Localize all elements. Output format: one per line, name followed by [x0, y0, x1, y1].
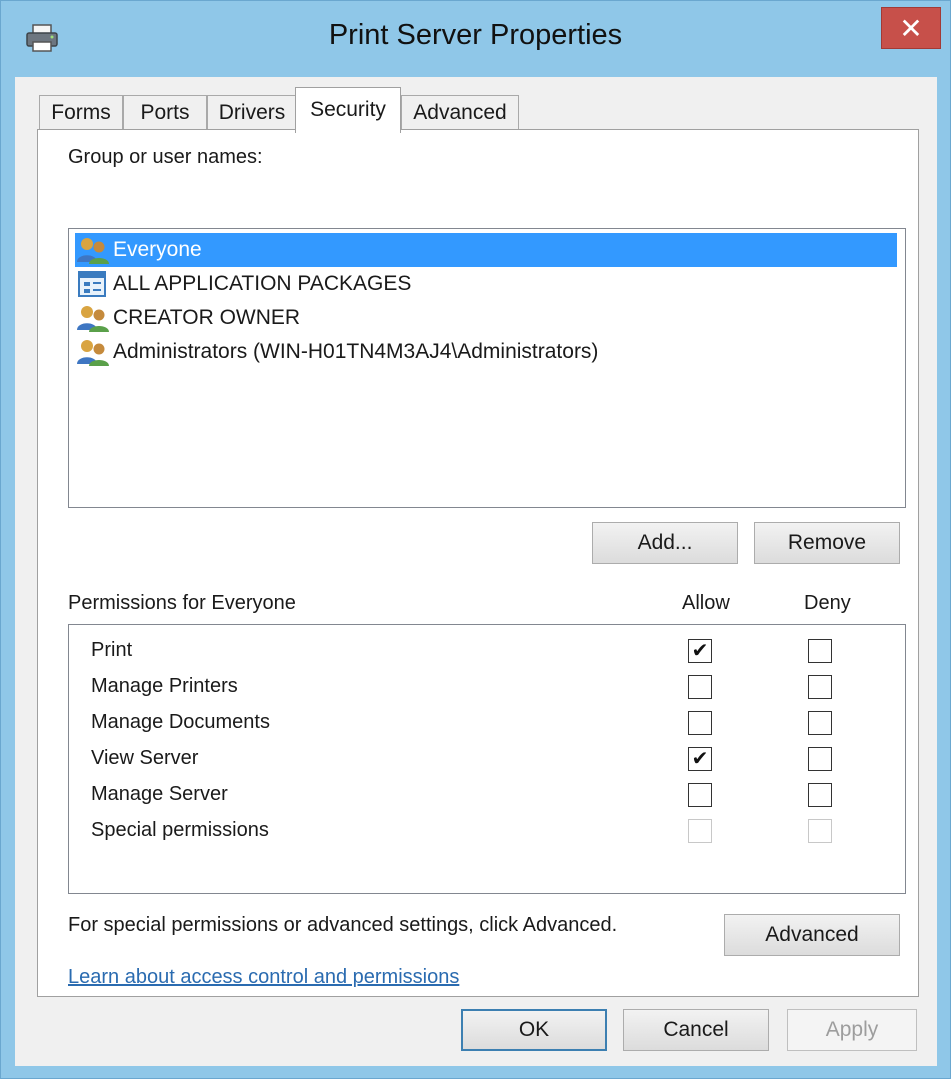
- group-or-user-names-label: Group or user names:: [68, 146, 263, 168]
- permission-name: Manage Printers: [91, 675, 238, 697]
- permissions-for-label: Permissions for Everyone: [68, 592, 296, 614]
- app-packages-icon: [78, 271, 106, 297]
- cancel-button[interactable]: Cancel: [623, 1009, 769, 1051]
- user-name: CREATOR OWNER: [113, 306, 301, 329]
- close-button[interactable]: ✕: [881, 7, 941, 49]
- permission-name: View Server: [91, 747, 199, 769]
- window-title: Print Server Properties: [328, 19, 623, 51]
- manage-printers-allow-checkbox[interactable]: [688, 675, 712, 699]
- permission-row-print: Print ✔: [91, 637, 891, 667]
- print-allow-checkbox[interactable]: ✔: [688, 639, 712, 663]
- remove-button[interactable]: Remove: [754, 522, 900, 564]
- user-list[interactable]: Everyone ALL APPLICATION PACKAGES CREATO…: [68, 228, 906, 508]
- user-name: Administrators (WIN-H01TN4M3AJ4\Administ…: [113, 340, 599, 363]
- special-permissions-deny-checkbox: [808, 819, 832, 843]
- group-users-icon: [77, 238, 109, 264]
- permission-row-manage-server: Manage Server: [91, 781, 891, 811]
- manage-printers-deny-checkbox[interactable]: [808, 675, 832, 699]
- advanced-hint-text: For special permissions or advanced sett…: [68, 914, 618, 936]
- tab-ports[interactable]: Ports: [123, 95, 207, 129]
- list-item-all-application-packages[interactable]: ALL APPLICATION PACKAGES: [75, 267, 897, 301]
- permission-row-manage-documents: Manage Documents: [91, 709, 891, 739]
- tab-advanced[interactable]: Advanced: [401, 95, 519, 129]
- user-name: Everyone: [113, 238, 202, 261]
- permission-row-special-permissions: Special permissions: [91, 817, 891, 847]
- close-icon: ✕: [899, 12, 923, 44]
- permission-name: Manage Documents: [91, 711, 270, 733]
- manage-server-allow-checkbox[interactable]: [688, 783, 712, 807]
- group-users-icon: [77, 306, 109, 332]
- dialog-body: Forms Ports Drivers Security Advanced Gr…: [15, 77, 937, 1066]
- list-item-administrators[interactable]: Administrators (WIN-H01TN4M3AJ4\Administ…: [75, 335, 897, 369]
- permissions-list: Print ✔ Manage Printers Manage Documents…: [68, 624, 906, 894]
- list-item-everyone[interactable]: Everyone: [75, 233, 897, 267]
- add-button[interactable]: Add...: [592, 522, 738, 564]
- tab-forms[interactable]: Forms: [39, 95, 123, 129]
- tab-drivers[interactable]: Drivers: [207, 95, 297, 129]
- advanced-button[interactable]: Advanced: [724, 914, 900, 956]
- title-bar[interactable]: Print Server Properties ✕: [1, 1, 950, 77]
- learn-access-control-link[interactable]: Learn about access control and permissio…: [68, 966, 459, 989]
- permission-row-view-server: View Server ✔: [91, 745, 891, 775]
- manage-documents-allow-checkbox[interactable]: [688, 711, 712, 735]
- view-server-allow-checkbox[interactable]: ✔: [688, 747, 712, 771]
- manage-server-deny-checkbox[interactable]: [808, 783, 832, 807]
- security-tab-panel: Group or user names: Everyone ALL APPLIC…: [37, 129, 919, 997]
- list-item-creator-owner[interactable]: CREATOR OWNER: [75, 301, 897, 335]
- permission-name: Print: [91, 639, 133, 661]
- user-name: ALL APPLICATION PACKAGES: [113, 272, 412, 295]
- tab-security[interactable]: Security: [295, 87, 401, 133]
- group-users-icon: [77, 340, 109, 366]
- manage-documents-deny-checkbox[interactable]: [808, 711, 832, 735]
- view-server-deny-checkbox[interactable]: [808, 747, 832, 771]
- allow-column-header: Allow: [682, 592, 730, 614]
- apply-button: Apply: [787, 1009, 917, 1051]
- print-deny-checkbox[interactable]: [808, 639, 832, 663]
- ok-button[interactable]: OK: [461, 1009, 607, 1051]
- permission-name: Special permissions: [91, 819, 269, 841]
- special-permissions-allow-checkbox: [688, 819, 712, 843]
- print-server-properties-window: Print Server Properties ✕ Forms Ports Dr…: [0, 0, 951, 1079]
- permission-name: Manage Server: [91, 783, 228, 805]
- permission-row-manage-printers: Manage Printers: [91, 673, 891, 703]
- deny-column-header: Deny: [804, 592, 851, 614]
